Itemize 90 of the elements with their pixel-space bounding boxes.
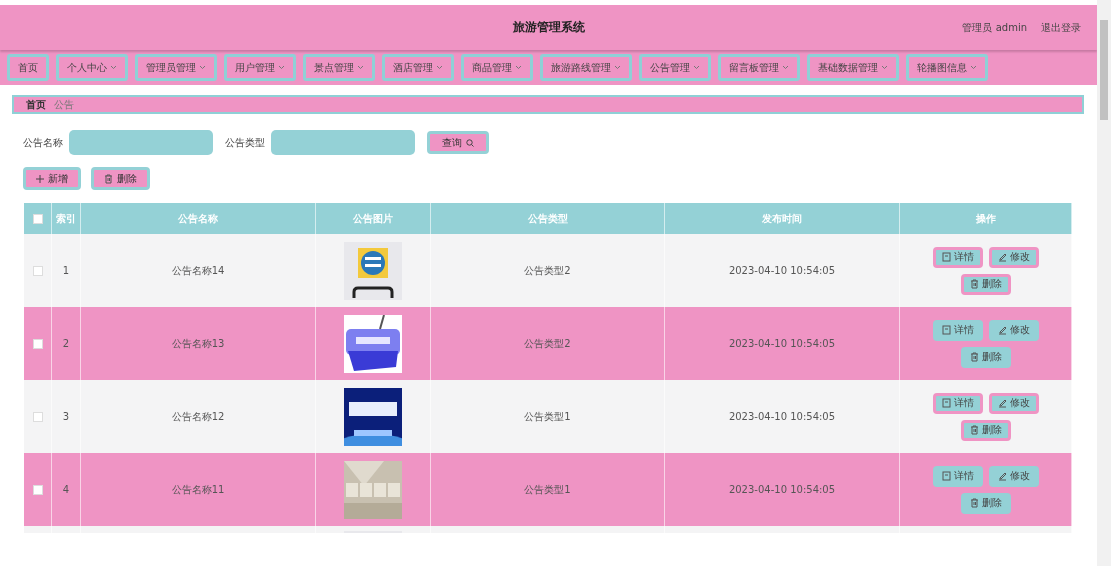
caret-icon	[614, 65, 621, 70]
scrollbar[interactable]	[1097, 0, 1111, 566]
caret-icon	[199, 65, 206, 70]
caret-icon	[693, 65, 700, 70]
table-cell: 1	[62, 265, 70, 276]
nav-menu-item[interactable]: 旅游路线管理	[540, 54, 632, 81]
table-cell: 3	[62, 411, 70, 422]
column-header: 操作	[975, 211, 996, 226]
nav-menu-item[interactable]: 个人中心	[56, 54, 128, 81]
trash-icon	[104, 173, 113, 184]
pencil-icon	[997, 252, 1007, 262]
details-button[interactable]: 详情	[932, 392, 983, 414]
search-button[interactable]: 查询	[427, 131, 489, 154]
table-cell: 公告类型2	[524, 336, 571, 351]
details-button[interactable]: 详情	[932, 465, 983, 487]
table-cell: 2023-04-10 10:54:05	[728, 411, 836, 422]
table-cell: 公告类型1	[524, 409, 571, 424]
delete-button[interactable]: 删除	[960, 419, 1011, 441]
delete-button[interactable]: 删除	[91, 167, 150, 190]
checkbox[interactable]	[32, 411, 43, 422]
nav-menu-item[interactable]: 管理员管理	[135, 54, 217, 81]
delete-button[interactable]: 删除	[960, 273, 1011, 295]
pencil-icon	[997, 325, 1007, 335]
caret-icon	[782, 65, 789, 70]
pencil-icon	[997, 471, 1007, 481]
nav-menu-item[interactable]: 商品管理	[461, 54, 533, 81]
pencil-icon	[997, 398, 1007, 408]
document-icon	[941, 252, 951, 262]
edit-button[interactable]: 修改	[988, 246, 1039, 268]
table-cell: 2023-04-10 10:54:05	[728, 338, 836, 349]
checkbox[interactable]	[32, 338, 43, 349]
table-cell: 2023-04-10 10:54:05	[728, 265, 836, 276]
trash-icon	[969, 498, 979, 508]
input-field[interactable]	[69, 130, 213, 155]
nav-menu-item[interactable]: 酒店管理	[382, 54, 454, 81]
field-label: 公告类型	[225, 135, 265, 150]
logout-link[interactable]: 退出登录	[1041, 20, 1081, 35]
details-button[interactable]: 详情	[932, 319, 983, 341]
checkbox[interactable]	[32, 484, 43, 495]
table-cell: 公告名称14	[171, 263, 225, 278]
column-header: 公告图片	[353, 211, 393, 226]
input-field[interactable]	[271, 130, 415, 155]
table-cell: 公告类型1	[524, 482, 571, 497]
field-label: 公告名称	[23, 135, 63, 150]
column-header: 公告名称	[178, 211, 218, 226]
document-icon	[941, 325, 951, 335]
plus-icon	[36, 174, 44, 183]
nav-menu-item[interactable]: 轮播图信息	[906, 54, 988, 81]
nav-menu-item[interactable]: 基础数据管理	[807, 54, 899, 81]
nav-menu-item[interactable]: 公告管理	[639, 54, 711, 81]
column-header: 索引	[56, 211, 76, 226]
edit-button[interactable]: 修改	[988, 392, 1039, 414]
table-cell: 公告名称11	[171, 482, 225, 497]
document-icon	[941, 471, 951, 481]
caret-icon	[970, 65, 977, 70]
caret-icon	[436, 65, 443, 70]
column-header: 公告类型	[527, 211, 568, 226]
table-cell: 2	[62, 338, 70, 349]
user-name: 管理员 admin	[962, 20, 1027, 35]
breadcrumb-item[interactable]: 首页	[26, 97, 46, 112]
breadcrumb-item: 公告	[54, 97, 74, 112]
delete-button[interactable]: 删除	[960, 492, 1011, 514]
caret-icon	[357, 65, 364, 70]
trash-icon	[969, 279, 979, 289]
caret-icon	[881, 65, 888, 70]
table-cell: 公告名称13	[171, 336, 225, 351]
trash-icon	[969, 425, 979, 435]
caret-icon	[515, 65, 522, 70]
app-title: 旅游管理系统	[512, 19, 585, 36]
delete-button[interactable]: 删除	[960, 346, 1011, 368]
column-header: 发布时间	[762, 211, 802, 226]
table-cell: 4	[62, 484, 70, 495]
table-cell: 2023-04-10 10:54:05	[728, 484, 836, 495]
trash-icon	[969, 352, 979, 362]
checkbox[interactable]	[32, 213, 43, 224]
nav-menu-item[interactable]: 首页	[7, 54, 49, 81]
details-button[interactable]: 详情	[932, 246, 983, 268]
table-cell: 公告名称12	[171, 409, 225, 424]
edit-button[interactable]: 修改	[988, 319, 1039, 341]
add-button[interactable]: 新增	[23, 167, 81, 190]
table-cell: 公告类型2	[524, 263, 571, 278]
search-icon	[466, 138, 474, 147]
checkbox[interactable]	[32, 265, 43, 276]
edit-button[interactable]: 修改	[988, 465, 1039, 487]
caret-icon	[110, 65, 117, 70]
caret-icon	[278, 65, 285, 70]
document-icon	[941, 398, 951, 408]
nav-menu-item[interactable]: 景点管理	[303, 54, 375, 81]
nav-menu-item[interactable]: 留言板管理	[718, 54, 800, 81]
nav-menu-item[interactable]: 用户管理	[224, 54, 296, 81]
